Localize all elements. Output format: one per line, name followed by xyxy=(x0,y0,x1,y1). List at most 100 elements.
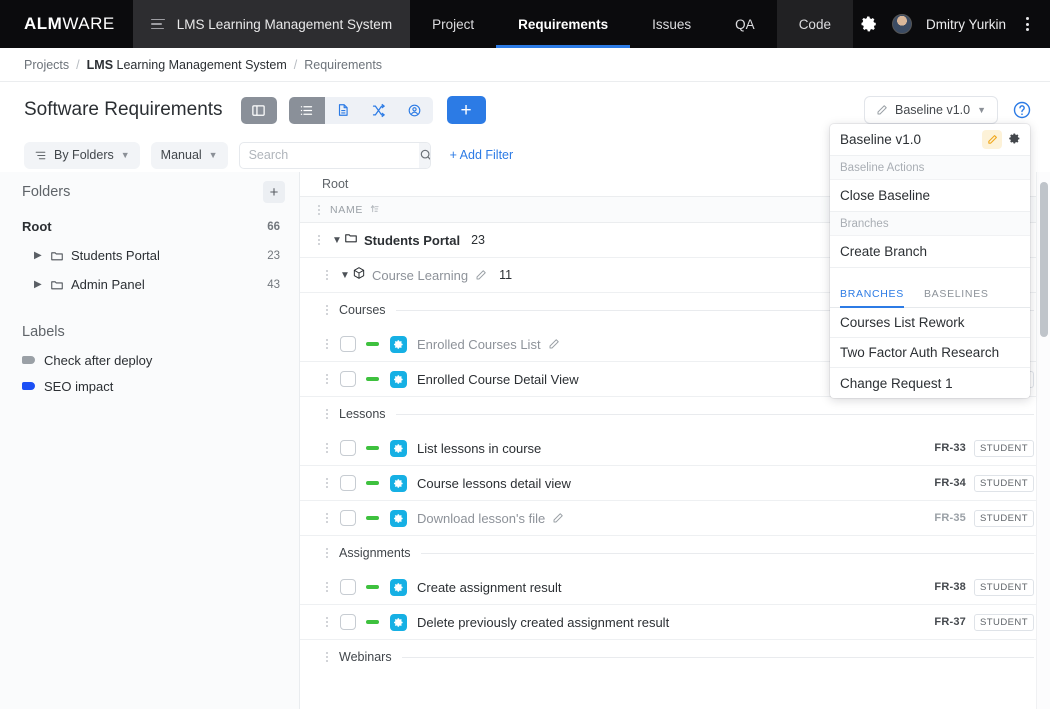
nav-tab-issues[interactable]: Issues xyxy=(630,0,713,48)
order-label: Manual xyxy=(160,148,202,162)
requirement-type-icon xyxy=(390,370,407,388)
hamburger-menu-icon[interactable] xyxy=(150,18,165,30)
pencil-icon[interactable] xyxy=(548,338,560,350)
requirement-title: List lessons in course xyxy=(417,440,542,456)
branch-item-two-factor-auth-research[interactable]: Two Factor Auth Research xyxy=(830,338,1030,368)
row-checkbox[interactable] xyxy=(340,336,356,352)
chevron-down-icon[interactable]: ▼ xyxy=(338,270,352,281)
dropdown-baseline-label: Baseline v1.0 xyxy=(840,132,922,147)
breadcrumb-project[interactable]: LMS Learning Management System xyxy=(87,58,287,72)
drag-handle-icon[interactable] xyxy=(322,513,332,523)
status-badge: STUDENT xyxy=(973,439,1034,457)
drag-handle-icon[interactable] xyxy=(322,478,332,488)
vertical-scrollbar[interactable] xyxy=(1036,172,1050,709)
breadcrumb-requirements[interactable]: Requirements xyxy=(304,58,382,72)
group-by-dropdown[interactable]: By Folders ▼ xyxy=(24,141,140,169)
chevron-right-icon[interactable]: ▶ xyxy=(34,279,50,290)
drag-handle-icon[interactable] xyxy=(322,339,332,349)
table-row[interactable]: Delete previously created assignment res… xyxy=(300,605,1050,640)
breadcrumb-projects[interactable]: Projects xyxy=(24,58,69,72)
status-indicator xyxy=(366,516,379,520)
project-name-label: LMS Learning Management System xyxy=(176,16,393,32)
branch-item-courses-list-rework[interactable]: Courses List Rework xyxy=(830,308,1030,338)
table-folder-label: Students Portal xyxy=(364,232,461,248)
page-title: Software Requirements xyxy=(24,99,223,120)
folder-icon xyxy=(344,231,358,250)
drag-handle-icon[interactable] xyxy=(322,617,332,627)
coverage-view-icon[interactable] xyxy=(397,97,433,124)
chevron-down-icon[interactable]: ▼ xyxy=(330,235,344,246)
dropdown-tabs: BRANCHES BASELINES xyxy=(830,274,1030,308)
dropdown-item-close-baseline[interactable]: Close Baseline xyxy=(830,180,1030,212)
drag-handle-icon[interactable] xyxy=(322,582,332,592)
table-row[interactable]: List lessons in course FR-33 STUDENT xyxy=(300,431,1050,466)
dropdown-item-create-branch[interactable]: Create Branch xyxy=(830,236,1030,268)
row-checkbox[interactable] xyxy=(340,614,356,630)
drag-handle-icon[interactable] xyxy=(322,270,332,280)
row-checkbox[interactable] xyxy=(340,440,356,456)
order-dropdown[interactable]: Manual ▼ xyxy=(150,141,228,169)
sidebar-item-admin-panel[interactable]: ▶ Admin Panel 43 xyxy=(14,270,285,299)
column-header-name[interactable]: NAME xyxy=(330,204,363,216)
project-selector[interactable]: LMS Learning Management System xyxy=(132,0,411,48)
tab-branches[interactable]: BRANCHES xyxy=(840,288,904,308)
sidebar-folder-label: Students Portal xyxy=(71,248,160,263)
document-view-icon[interactable] xyxy=(325,97,361,124)
row-checkbox[interactable] xyxy=(340,579,356,595)
avatar[interactable] xyxy=(891,14,912,34)
pencil-icon[interactable] xyxy=(982,130,1002,149)
row-checkbox[interactable] xyxy=(340,475,356,491)
drag-handle-icon[interactable] xyxy=(322,443,332,453)
requirement-title: Download lesson's file xyxy=(417,510,546,526)
pencil-icon[interactable] xyxy=(552,512,564,524)
nav-tab-qa[interactable]: QA xyxy=(713,0,777,48)
tab-baselines[interactable]: BASELINES xyxy=(924,288,989,307)
list-view-icon[interactable] xyxy=(288,96,325,124)
question-circle-icon[interactable] xyxy=(1012,100,1032,120)
baseline-selector-button[interactable]: Baseline v1.0 ▼ xyxy=(864,96,998,124)
table-group-header[interactable]: Webinars xyxy=(300,640,1050,674)
drag-handle-icon[interactable] xyxy=(322,374,332,384)
sort-ascending-icon[interactable] xyxy=(369,203,380,217)
table-row[interactable]: Course lessons detail view FR-34 STUDENT xyxy=(300,466,1050,501)
traceability-view-icon[interactable] xyxy=(361,97,397,124)
table-group-header[interactable]: Lessons xyxy=(300,397,1050,431)
requirement-code: FR-38 xyxy=(934,581,966,593)
table-group-header[interactable]: Assignments xyxy=(300,536,1050,570)
chevron-right-icon[interactable]: ▶ xyxy=(34,250,50,261)
gear-icon[interactable] xyxy=(860,15,878,33)
top-navigation-bar: ALM WARE LMS Learning Management System P… xyxy=(0,0,1050,48)
nav-tab-requirements[interactable]: Requirements xyxy=(496,0,631,48)
drag-handle-icon[interactable] xyxy=(314,235,324,245)
row-checkbox[interactable] xyxy=(340,371,356,387)
sidebar-item-students-portal[interactable]: ▶ Students Portal 23 xyxy=(14,241,285,270)
kebab-vertical-icon[interactable] xyxy=(1020,17,1034,31)
requirement-title: Course lessons detail view xyxy=(417,475,571,491)
nav-tab-code[interactable]: Code xyxy=(776,0,853,48)
pencil-icon[interactable] xyxy=(475,269,487,281)
drag-handle-icon[interactable] xyxy=(322,548,332,558)
sidebar-label-check-after-deploy[interactable]: Check after deploy xyxy=(14,347,285,373)
drag-handle-icon[interactable] xyxy=(322,652,332,662)
add-filter-button[interactable]: + Add Filter xyxy=(450,148,514,162)
branch-item-change-request-1[interactable]: Change Request 1 xyxy=(830,368,1030,398)
nav-tab-project[interactable]: Project xyxy=(410,0,496,48)
search-icon[interactable] xyxy=(418,142,430,168)
sidebar-root-count: 66 xyxy=(267,220,280,233)
drag-handle-icon[interactable] xyxy=(322,305,332,315)
table-row[interactable]: Create assignment result FR-38 STUDENT xyxy=(300,570,1050,605)
sidebar-item-root[interactable]: Root 66 xyxy=(14,212,285,241)
group-divider xyxy=(395,413,1034,415)
add-folder-button[interactable]: + xyxy=(263,181,285,203)
add-requirement-button[interactable]: + xyxy=(446,96,486,124)
gear-icon[interactable] xyxy=(1008,132,1021,148)
table-row[interactable]: Download lesson's file FR-35 STUDENT xyxy=(300,501,1050,536)
drag-handle-icon[interactable] xyxy=(322,409,332,419)
row-checkbox[interactable] xyxy=(340,510,356,526)
split-view-icon[interactable] xyxy=(240,96,277,124)
search-input[interactable] xyxy=(239,142,419,168)
app-logo[interactable]: ALM WARE xyxy=(0,0,133,48)
scrollbar-thumb[interactable] xyxy=(1040,182,1048,337)
sidebar-label-seo-impact[interactable]: SEO impact xyxy=(14,373,285,399)
drag-handle-icon[interactable] xyxy=(314,204,324,215)
